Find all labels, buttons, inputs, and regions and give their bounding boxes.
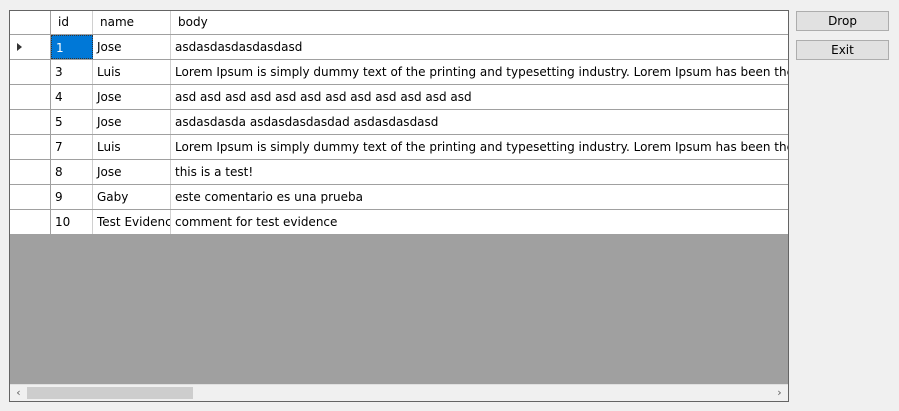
cell-id[interactable]: 5	[51, 110, 93, 134]
scroll-left-icon[interactable]: ‹	[10, 385, 27, 401]
table-row[interactable]: 9 Gaby este comentario es una prueba	[10, 185, 788, 210]
cell-id[interactable]: 1	[51, 35, 93, 59]
table-row[interactable]: 3 Luis Lorem Ipsum is simply dummy text …	[10, 60, 788, 85]
cell-name[interactable]: Test Evidence	[93, 210, 171, 234]
cell-body[interactable]: Lorem Ipsum is simply dummy text of the …	[171, 135, 788, 159]
table-row[interactable]: 4 Jose asd asd asd asd asd asd asd asd a…	[10, 85, 788, 110]
column-header-name[interactable]: name	[93, 11, 171, 34]
row-header-corner[interactable]	[10, 11, 51, 34]
cell-body[interactable]: asd asd asd asd asd asd asd asd asd asd …	[171, 85, 788, 109]
cell-name[interactable]: Jose	[93, 85, 171, 109]
table-row[interactable]: 5 Jose asdasdasda asdasdasdasdad asdasda…	[10, 110, 788, 135]
cell-body[interactable]: comment for test evidence	[171, 210, 788, 234]
table-row[interactable]: 7 Luis Lorem Ipsum is simply dummy text …	[10, 135, 788, 160]
column-header-body[interactable]: body	[171, 11, 788, 34]
row-header[interactable]	[10, 35, 51, 59]
row-header[interactable]	[10, 210, 51, 234]
row-header[interactable]	[10, 135, 51, 159]
table-row[interactable]: 10 Test Evidence comment for test eviden…	[10, 210, 788, 235]
cell-id[interactable]: 3	[51, 60, 93, 84]
drop-button[interactable]: Drop	[796, 11, 889, 31]
row-header[interactable]	[10, 85, 51, 109]
cell-body[interactable]: this is a test!	[171, 160, 788, 184]
cell-id[interactable]: 10	[51, 210, 93, 234]
scroll-right-icon[interactable]: ›	[771, 385, 788, 401]
data-grid[interactable]: id name body 1 Jose asdasdasdasdasdasd 3…	[9, 10, 789, 402]
cell-id[interactable]: 9	[51, 185, 93, 209]
cell-name[interactable]: Luis	[93, 60, 171, 84]
table-row[interactable]: 8 Jose this is a test!	[10, 160, 788, 185]
grid-header: id name body	[10, 11, 788, 35]
current-row-arrow-icon	[17, 43, 22, 51]
cell-name[interactable]: Gaby	[93, 185, 171, 209]
cell-id[interactable]: 8	[51, 160, 93, 184]
column-header-id[interactable]: id	[51, 11, 93, 34]
row-header[interactable]	[10, 110, 51, 134]
cell-id[interactable]: 7	[51, 135, 93, 159]
exit-button[interactable]: Exit	[796, 40, 889, 60]
cell-name[interactable]: Jose	[93, 35, 171, 59]
cell-body[interactable]: asdasdasda asdasdasdasdad asdasdasdasd	[171, 110, 788, 134]
cell-name[interactable]: Jose	[93, 110, 171, 134]
cell-id[interactable]: 4	[51, 85, 93, 109]
cell-name[interactable]: Jose	[93, 160, 171, 184]
horizontal-scrollbar[interactable]: ‹ ›	[10, 384, 788, 401]
cell-name[interactable]: Luis	[93, 135, 171, 159]
table-row[interactable]: 1 Jose asdasdasdasdasdasd	[10, 35, 788, 60]
cell-body[interactable]: asdasdasdasdasdasd	[171, 35, 788, 59]
cell-body[interactable]: Lorem Ipsum is simply dummy text of the …	[171, 60, 788, 84]
scrollbar-thumb[interactable]	[27, 387, 193, 399]
row-header[interactable]	[10, 185, 51, 209]
row-header[interactable]	[10, 60, 51, 84]
cell-body[interactable]: este comentario es una prueba	[171, 185, 788, 209]
row-header[interactable]	[10, 160, 51, 184]
